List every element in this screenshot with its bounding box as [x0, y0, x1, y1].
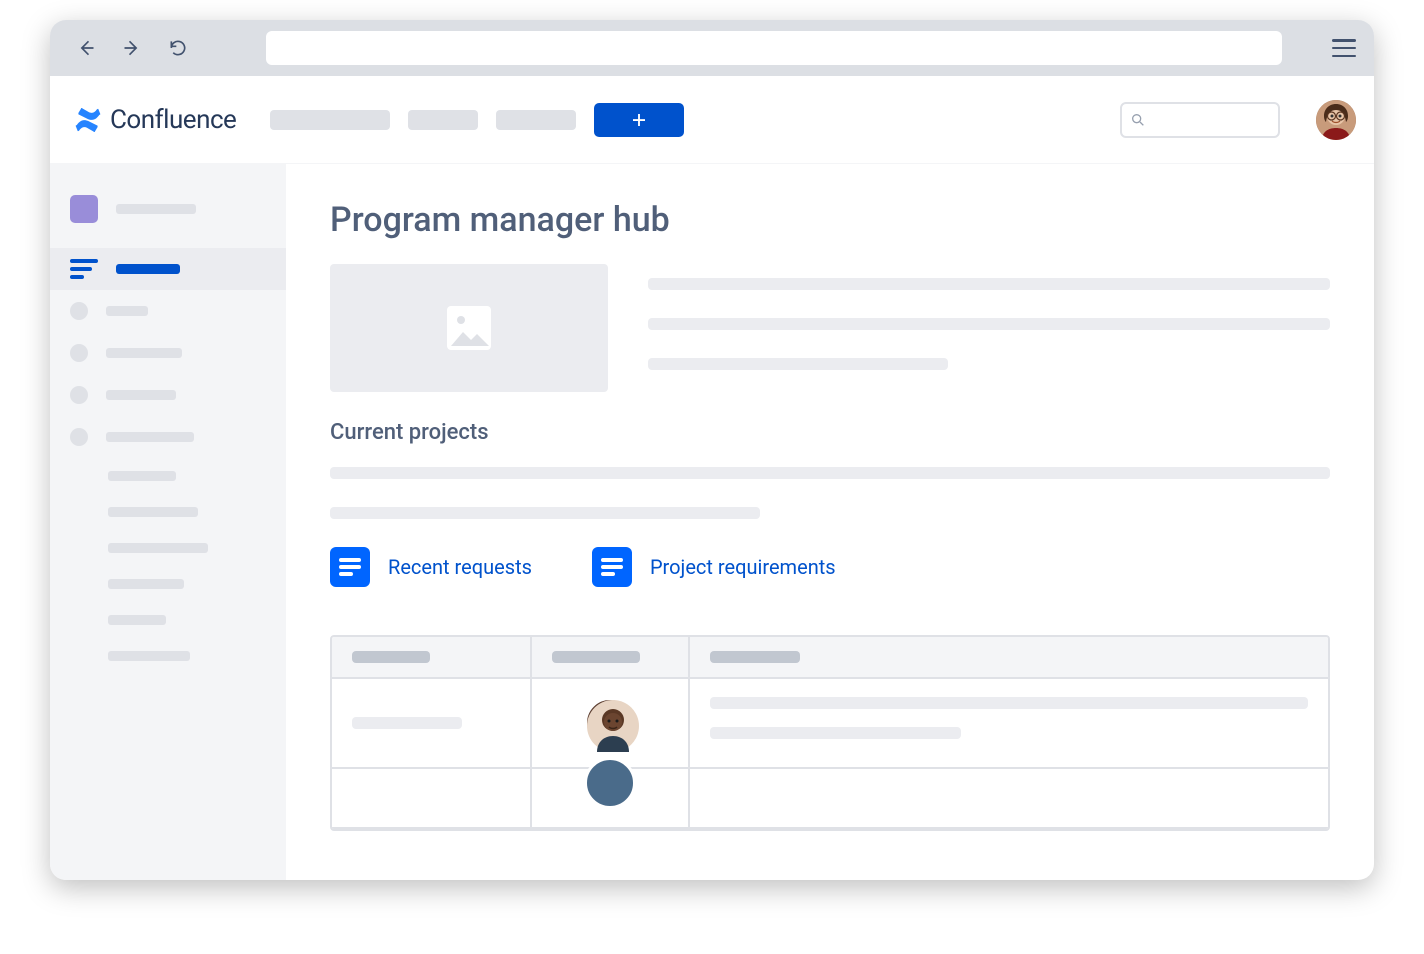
nav-item-placeholder[interactable]: [496, 110, 576, 130]
arrow-right-icon: [122, 38, 142, 58]
reload-icon: [168, 38, 188, 58]
placeholder-text: [710, 651, 800, 663]
assignee-avatar[interactable]: [584, 697, 636, 749]
sidebar-item[interactable]: [50, 290, 286, 332]
app-window: Confluence: [50, 20, 1374, 880]
table-cell: [690, 679, 1328, 769]
browser-chrome: [50, 20, 1374, 76]
page-title: Program manager hub: [330, 200, 1330, 240]
plus-icon: [630, 111, 648, 129]
placeholder-line: [648, 318, 1330, 330]
reload-button[interactable]: [160, 30, 196, 66]
app-name: Confluence: [110, 105, 236, 135]
placeholder-text: [106, 432, 194, 442]
document-links-row: Recent requests Project requirements: [330, 547, 1330, 587]
placeholder-text: [108, 579, 184, 589]
placeholder-text: [552, 651, 640, 663]
placeholder-line: [330, 507, 760, 519]
arrow-left-icon: [76, 38, 96, 58]
placeholder-text: [108, 615, 166, 625]
sidebar-child-item[interactable]: [50, 458, 286, 494]
sidebar-child-item[interactable]: [50, 638, 286, 674]
projects-table: [330, 635, 1330, 831]
sidebar-item[interactable]: [50, 332, 286, 374]
profile-avatar[interactable]: [1316, 100, 1356, 140]
avatar-icon: [1316, 100, 1356, 140]
bullet-icon: [70, 344, 88, 362]
table-header-cell: [532, 637, 690, 679]
sidebar-child-item[interactable]: [50, 602, 286, 638]
main-content: Program manager hub Current projects: [286, 164, 1374, 880]
sidebar-child-item[interactable]: [50, 530, 286, 566]
avatar-icon: [587, 700, 639, 752]
table-cell: [332, 679, 532, 769]
placeholder-line: [648, 358, 948, 370]
placeholder-text: [106, 348, 182, 358]
bullet-icon: [70, 386, 88, 404]
link-recent-requests[interactable]: Recent requests: [330, 547, 532, 587]
space-icon: [70, 195, 98, 223]
placeholder-line: [710, 727, 961, 739]
sidebar-space-header[interactable]: [50, 188, 286, 230]
app-logo[interactable]: Confluence: [68, 105, 252, 135]
table-row[interactable]: [332, 769, 1328, 829]
section-title-current-projects: Current projects: [330, 420, 1330, 445]
placeholder-text: [108, 651, 190, 661]
assignee-avatar[interactable]: [584, 757, 636, 809]
search-input[interactable]: [1120, 102, 1280, 138]
bullet-icon: [70, 428, 88, 446]
nav-item-placeholder[interactable]: [270, 110, 390, 130]
placeholder-text: [106, 390, 176, 400]
hero-section: [330, 264, 1330, 392]
placeholder-line: [330, 467, 1330, 479]
document-icon: [592, 547, 632, 587]
url-bar[interactable]: [266, 31, 1282, 65]
search-icon: [1130, 112, 1146, 128]
placeholder-text: [116, 264, 180, 274]
placeholder-text: [352, 717, 462, 729]
placeholder-text: [106, 306, 148, 316]
link-label: Project requirements: [650, 555, 836, 579]
forward-button[interactable]: [114, 30, 150, 66]
placeholder-text: [352, 651, 430, 663]
placeholder-line: [648, 278, 1330, 290]
link-label: Recent requests: [388, 555, 532, 579]
table-cell-assignee: [532, 679, 690, 769]
app-body: Program manager hub Current projects: [50, 164, 1374, 880]
back-button[interactable]: [68, 30, 104, 66]
browser-menu-button[interactable]: [1332, 39, 1356, 57]
table-header-cell: [690, 637, 1328, 679]
link-project-requirements[interactable]: Project requirements: [592, 547, 836, 587]
body-text-placeholder: [330, 467, 1330, 519]
confluence-logo-icon: [74, 106, 102, 134]
placeholder-text: [108, 471, 176, 481]
bullet-icon: [70, 302, 88, 320]
document-icon: [330, 547, 370, 587]
placeholder-text: [108, 507, 198, 517]
placeholder-text: [108, 543, 208, 553]
sidebar-item[interactable]: [50, 416, 286, 458]
hero-text-placeholder: [648, 264, 1330, 392]
sidebar-child-item[interactable]: [50, 566, 286, 602]
sidebar-item-active[interactable]: [50, 248, 286, 290]
table-cell-assignee: [532, 769, 690, 829]
sidebar-item[interactable]: [50, 374, 286, 416]
app-header: Confluence: [50, 76, 1374, 164]
table-header-row: [332, 637, 1328, 679]
table-cell: [690, 769, 1328, 829]
placeholder-text: [116, 204, 196, 214]
page-tree-icon: [70, 259, 98, 279]
table-row[interactable]: [332, 679, 1328, 769]
table-header-cell: [332, 637, 532, 679]
hero-image-placeholder: [330, 264, 608, 392]
sidebar: [50, 164, 286, 880]
image-icon: [443, 302, 495, 354]
table-cell: [332, 769, 532, 829]
nav-item-placeholder[interactable]: [408, 110, 478, 130]
placeholder-line: [710, 697, 1308, 709]
create-button[interactable]: [594, 103, 684, 137]
sidebar-child-item[interactable]: [50, 494, 286, 530]
